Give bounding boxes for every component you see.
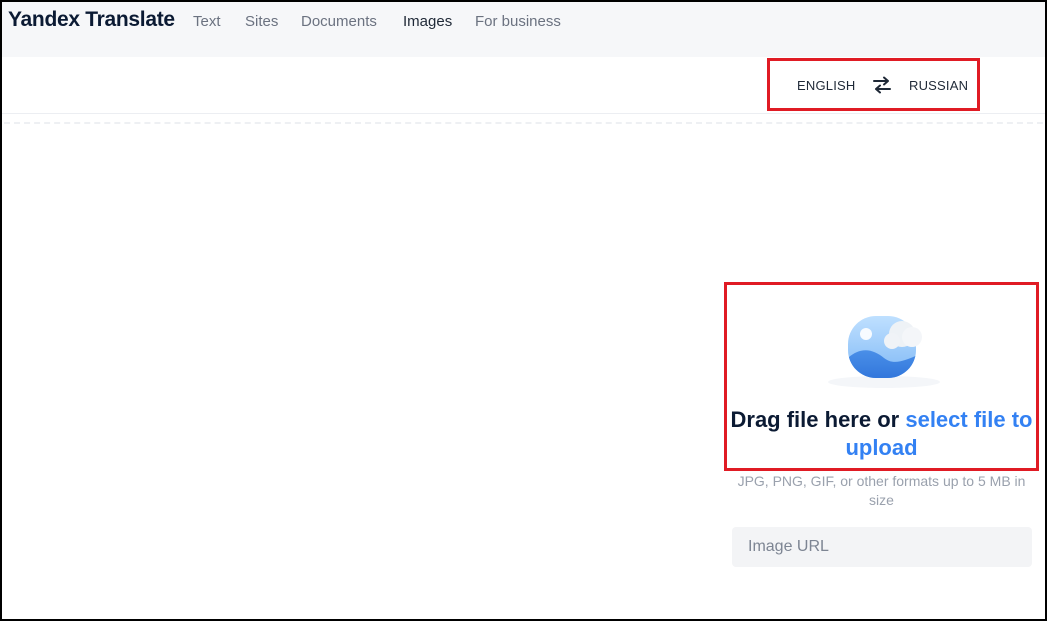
swap-arrows-icon[interactable] <box>871 76 893 94</box>
nav-item-text[interactable]: Text <box>193 13 221 30</box>
nav-item-images[interactable]: Images <box>403 13 452 30</box>
drag-drop-label: Drag file here or <box>730 407 906 432</box>
divider <box>4 122 1043 124</box>
brand-logo[interactable]: Yandex Translate <box>8 8 175 32</box>
drag-drop-text: Drag file here or select file to upload <box>727 406 1036 462</box>
source-language-button[interactable]: ENGLISH <box>797 78 855 93</box>
top-header: Yandex Translate Text Sites Documents Im… <box>2 2 1045 57</box>
target-language-button[interactable]: RUSSIAN <box>909 78 968 93</box>
nav-item-documents[interactable]: Documents <box>301 13 377 30</box>
image-upload-icon <box>828 316 940 388</box>
upload-format-hint: JPG, PNG, GIF, or other formats up to 5 … <box>737 473 1026 508</box>
nav-item-for-business[interactable]: For business <box>475 13 561 30</box>
nav-item-sites[interactable]: Sites <box>245 13 278 30</box>
image-url-input[interactable] <box>732 527 1032 567</box>
